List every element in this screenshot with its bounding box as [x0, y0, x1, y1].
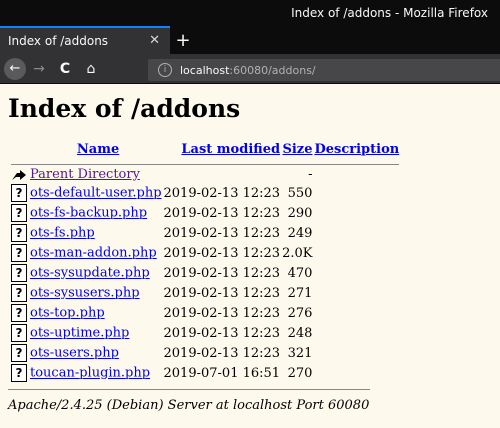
file-link[interactable]: ots-fs.php: [30, 226, 95, 241]
parent-row: Parent Directory -: [10, 166, 400, 183]
back-folder-icon: [12, 169, 26, 180]
server-signature: Apache/2.4.25 (Debian) Server at localho…: [8, 398, 370, 413]
file-size: 271: [287, 285, 313, 301]
file-link[interactable]: ots-sysusers.php: [30, 286, 140, 301]
table-row: ? ots-uptime.php 2019-02-13 12:23 248: [10, 323, 400, 343]
file-description: [313, 343, 400, 363]
file-size: 2.0K: [282, 245, 313, 261]
file-link[interactable]: ots-sysupdate.php: [30, 266, 150, 281]
table-row: ? ots-top.php 2019-02-13 12:23 276: [10, 303, 400, 323]
unknown-file-icon: ?: [11, 204, 27, 222]
sort-size-link[interactable]: Size: [282, 142, 312, 157]
divider: [8, 389, 370, 390]
header-row: Name Last modified Size Description: [10, 135, 400, 163]
unknown-file-icon: ?: [11, 364, 27, 382]
file-size: 321: [287, 345, 313, 361]
sort-modified-link[interactable]: Last modified: [181, 142, 280, 157]
browser-tab[interactable]: Index of /addons ✕: [0, 26, 170, 54]
table-row: ? ots-default-user.php 2019-02-13 12:23 550: [10, 183, 400, 203]
forward-button[interactable]: →: [26, 56, 52, 82]
file-modified: 2019-02-13 12:23: [163, 285, 281, 301]
sort-description-link[interactable]: Description: [314, 142, 399, 157]
file-link[interactable]: ots-top.php: [30, 306, 105, 321]
url-host: localhost: [180, 63, 230, 77]
unknown-file-icon: ?: [11, 264, 27, 282]
file-description: [313, 283, 400, 303]
tab-strip: Index of /addons ✕ +: [0, 26, 500, 54]
file-description: [313, 303, 400, 323]
file-size: 249: [287, 225, 313, 241]
file-description: [313, 183, 400, 203]
tab-label: Index of /addons: [8, 34, 109, 48]
file-modified: 2019-02-13 12:23: [163, 305, 281, 321]
file-modified: 2019-02-13 12:23: [163, 345, 281, 361]
file-description: [313, 363, 400, 383]
window-titlebar: Index of /addons - Mozilla Firefox: [0, 0, 500, 26]
table-row: ? ots-fs-backup.php 2019-02-13 12:23 290: [10, 203, 400, 223]
file-rows: ? ots-default-user.php 2019-02-13 12:23 550…: [10, 183, 400, 383]
close-tab-icon[interactable]: ✕: [149, 33, 160, 48]
file-size: 248: [287, 325, 313, 341]
file-modified: 2019-07-01 16:51: [163, 365, 281, 381]
unknown-file-icon: ?: [11, 324, 27, 342]
file-size: 550: [287, 185, 313, 201]
table-row: ? ots-sysupdate.php 2019-02-13 12:23 470: [10, 263, 400, 283]
file-description: [313, 263, 400, 283]
file-modified: 2019-02-13 12:23: [163, 265, 281, 281]
file-modified: 2019-02-13 12:23: [163, 245, 281, 261]
sort-name-link[interactable]: Name: [77, 142, 119, 157]
directory-listing: Name Last modified Size Description Pare…: [10, 135, 400, 383]
file-modified: 2019-02-13 12:23: [163, 225, 281, 241]
table-row: ? ots-users.php 2019-02-13 12:23 321: [10, 343, 400, 363]
file-size: 270: [287, 365, 313, 381]
file-description: [313, 243, 400, 263]
back-arrow-icon: ←: [9, 61, 21, 76]
page-title: Index of /addons: [8, 94, 241, 123]
unknown-file-icon: ?: [11, 344, 27, 362]
new-tab-button[interactable]: +: [170, 26, 196, 54]
file-modified: 2019-02-13 12:23: [163, 205, 281, 221]
unknown-file-icon: ?: [11, 304, 27, 322]
file-size: 290: [287, 205, 313, 221]
url-path: :60080/addons/: [229, 63, 316, 77]
table-row: ? ots-man-addon.php 2019-02-13 12:23 2.0K: [10, 243, 400, 263]
file-description: [313, 223, 400, 243]
file-link[interactable]: toucan-plugin.php: [30, 366, 150, 381]
file-link[interactable]: ots-users.php: [30, 346, 119, 361]
table-row: ? toucan-plugin.php 2019-07-01 16:51 270: [10, 363, 400, 383]
window-title: Index of /addons - Mozilla Firefox: [291, 6, 488, 20]
unknown-file-icon: ?: [11, 284, 27, 302]
file-size: 470: [287, 265, 313, 281]
page-content: Index of /addons Name Last modified Size…: [0, 84, 500, 419]
unknown-file-icon: ?: [11, 224, 27, 242]
divider: [11, 164, 400, 165]
parent-directory-link[interactable]: Parent Directory: [30, 167, 140, 182]
url-bar[interactable]: i localhost:60080/addons/: [148, 59, 500, 81]
back-button[interactable]: ←: [4, 57, 26, 80]
file-description: [313, 203, 400, 223]
file-link[interactable]: ots-fs-backup.php: [30, 206, 147, 221]
parent-size: -: [308, 167, 313, 182]
file-modified: 2019-02-13 12:23: [163, 185, 281, 201]
unknown-file-icon: ?: [11, 184, 27, 202]
info-icon[interactable]: i: [158, 63, 172, 77]
home-button[interactable]: ⌂: [78, 56, 104, 82]
file-description: [313, 323, 400, 343]
unknown-file-icon: ?: [11, 244, 27, 262]
file-link[interactable]: ots-default-user.php: [30, 186, 162, 201]
file-size: 276: [287, 305, 313, 321]
table-row: ? ots-fs.php 2019-02-13 12:23 249: [10, 223, 400, 243]
file-link[interactable]: ots-man-addon.php: [30, 246, 157, 261]
table-row: ? ots-sysusers.php 2019-02-13 12:23 271: [10, 283, 400, 303]
file-link[interactable]: ots-uptime.php: [30, 326, 129, 341]
reload-button[interactable]: C: [52, 56, 78, 82]
file-modified: 2019-02-13 12:23: [163, 325, 281, 341]
